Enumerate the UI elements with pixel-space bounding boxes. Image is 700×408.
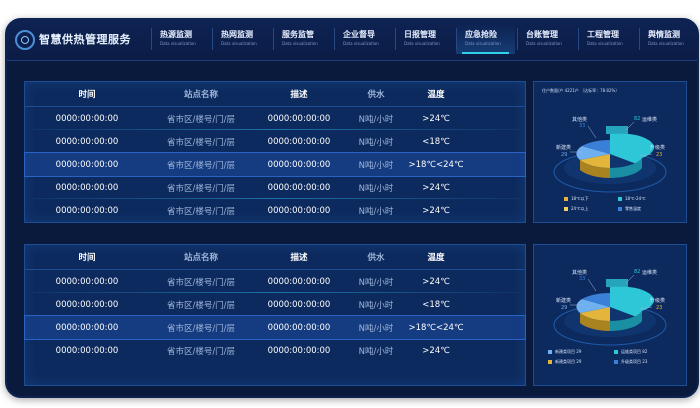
- header-temperature: 温度: [427, 90, 445, 100]
- logo-icon: [15, 30, 35, 50]
- header-water-supply: 供水: [367, 253, 385, 263]
- table-row[interactable]: 0000:00:00:00 省市区/楼号/门/层 0000:00:00:00 N吨/小…: [25, 130, 525, 153]
- slice-label-new: 新建类: [556, 298, 572, 304]
- category-chart-panel-2: 其他类 33 运维类 82 新建类 29 升级类 23 新建类项目 29 运维类…: [533, 244, 687, 386]
- tab-service-supervision[interactable]: 服务监管 Data visualization: [273, 24, 332, 54]
- app-window: 智慧供热管理服务 热源监测 Data visualization 热网监测 Data…: [5, 18, 699, 398]
- tab-public-opinion[interactable]: 舆情监测 Data visualization: [639, 24, 697, 54]
- legend-swatch: [564, 197, 568, 201]
- tab-heat-network[interactable]: 热网监测 Data visualization: [212, 24, 271, 54]
- slice-value-new: 29: [561, 305, 568, 311]
- legend-item: 新建类项目 29: [548, 359, 581, 365]
- table-header: 时间 站点名称 描述 供水 温度: [25, 82, 525, 107]
- table-row[interactable]: 0000:00:00:00 省市区/楼号/门/层 0000:00:00:00 N吨/小…: [25, 339, 525, 362]
- pie-3d-chart: [553, 121, 667, 193]
- table-row[interactable]: 0000:00:00:00 省市区/楼号/门/层 0000:00:00:00 N吨/小…: [25, 176, 525, 199]
- slice-label-upgrade: 升级类: [650, 298, 666, 304]
- slice-label-operations: 运维类: [642, 117, 658, 123]
- tab-emergency-repair[interactable]: 应急抢险 Data visualization: [456, 24, 515, 54]
- table-row[interactable]: 0000:00:00:00 省市区/楼号/门/层 0000:00:00:00 N吨/小…: [25, 199, 525, 222]
- slice-value-operations: 82: [634, 269, 641, 275]
- legend-item: 升级类项目 23: [614, 359, 647, 365]
- header-description: 描述: [290, 90, 308, 100]
- legend-item: 18℃以下: [564, 196, 589, 202]
- legend-item: 运维类项目 82: [614, 349, 647, 355]
- legend-item: 新建类项目 29: [548, 349, 581, 355]
- tab-daily-report[interactable]: 日报管理 Data visualization: [395, 24, 454, 54]
- station-table-2: 时间 站点名称 描述 供水 温度 0000:00:00:00 省市区/楼号/门/层…: [24, 245, 526, 362]
- station-table-panel-1: 时间 站点名称 描述 供水 温度 0000:00:00:00 省市区/楼号/门/层…: [24, 81, 526, 223]
- slice-value-upgrade: 23: [656, 152, 663, 158]
- legend-item: 18℃-24℃: [618, 196, 646, 201]
- legend-swatch: [564, 207, 568, 211]
- legend-item: 零售温度: [618, 206, 641, 212]
- table-row[interactable]: 0000:00:00:00 省市区/楼号/门/层 0000:00:00:00 N吨/小…: [25, 107, 525, 130]
- station-table-1: 时间 站点名称 描述 供水 温度 0000:00:00:00 省市区/楼号/门/层…: [24, 82, 526, 222]
- slice-value-upgrade: 23: [656, 305, 663, 311]
- legend-swatch: [548, 350, 552, 354]
- top-navigation-bar: 智慧供热管理服务 热源监测 Data visualization 热网监测 Data…: [7, 20, 697, 61]
- header-time: 时间: [78, 90, 96, 100]
- leader-line-other: [587, 278, 597, 292]
- legend-swatch: [618, 197, 622, 201]
- slice-value-new: 29: [561, 152, 568, 158]
- category-chart-panel-1: 住户数量/户 4221户 （达标率：78.82%） 其他类 33 运维类 82 …: [533, 81, 687, 223]
- slice-value-other: 33: [579, 123, 586, 129]
- slice-value-operations: 82: [634, 116, 641, 122]
- tab-heat-source[interactable]: 热源监测 Data visualization: [151, 24, 210, 54]
- pie-slice-operations-top: [606, 279, 628, 287]
- table-row[interactable]: 0000:00:00:00 省市区/楼号/门/层 0000:00:00:00 N吨/小…: [25, 270, 525, 293]
- legend-swatch: [614, 350, 618, 354]
- header-water-supply: 供水: [367, 90, 385, 100]
- slice-label-other: 其他类: [572, 117, 588, 123]
- pie-slice-operations-top: [606, 126, 628, 134]
- slice-label-new: 新建类: [556, 145, 572, 151]
- legend-swatch: [548, 360, 552, 364]
- header-time: 时间: [78, 253, 96, 263]
- slice-label-upgrade: 升级类: [650, 145, 666, 151]
- slice-label-operations: 运维类: [642, 270, 658, 276]
- leader-line-other: [587, 125, 597, 139]
- table-row[interactable]: 0000:00:00:00 省市区/楼号/门/层 0000:00:00:00 N吨/小…: [25, 293, 525, 316]
- header-station: 站点名称: [183, 90, 218, 100]
- tab-enterprise-supervision[interactable]: 企业督导 Data visualization: [334, 24, 393, 54]
- station-table-panel-2: 时间 站点名称 描述 供水 温度 0000:00:00:00 省市区/楼号/门/层…: [24, 244, 526, 386]
- legend-swatch: [618, 207, 622, 211]
- table-header: 时间 站点名称 描述 供水 温度: [25, 245, 525, 270]
- slice-label-other: 其他类: [572, 270, 588, 276]
- header-description: 描述: [290, 253, 308, 263]
- slice-value-other: 33: [579, 276, 586, 282]
- legend-swatch: [614, 360, 618, 364]
- table-row-highlighted[interactable]: 0000:00:00:00 省市区/楼号/门/层 0000:00:00:00 N吨/小…: [24, 152, 526, 177]
- header-temperature: 温度: [427, 253, 445, 263]
- table-row-highlighted[interactable]: 0000:00:00:00 省市区/楼号/门/层 0000:00:00:00 N吨/小…: [24, 315, 526, 340]
- tab-ledger[interactable]: 台账管理 Data visualization: [517, 24, 576, 54]
- tab-engineering[interactable]: 工程管理 Data visualization: [578, 24, 637, 54]
- nav-tabs: 热源监测 Data visualization 热网监测 Data visualiz…: [151, 24, 697, 56]
- app-title: 智慧供热管理服务: [39, 33, 131, 46]
- legend-item: 24℃以上: [564, 206, 589, 212]
- header-station: 站点名称: [183, 253, 218, 263]
